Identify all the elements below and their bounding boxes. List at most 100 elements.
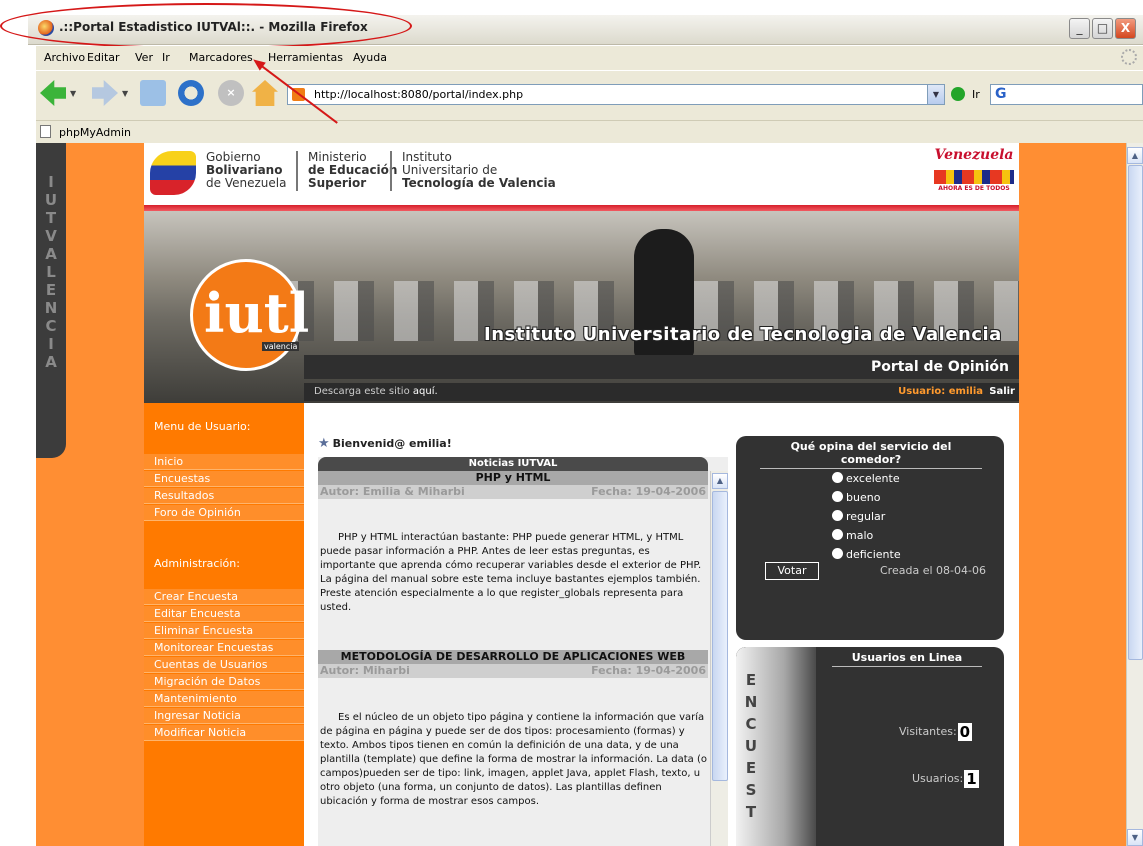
article-author: Autor: Emilia & Miharbi bbox=[320, 485, 465, 498]
url-history-dropdown[interactable]: ▼ bbox=[927, 85, 944, 104]
go-icon[interactable] bbox=[951, 87, 965, 101]
article-date: Fecha: 19-04-2006 bbox=[591, 664, 706, 677]
scroll-thumb[interactable] bbox=[1128, 165, 1143, 660]
minimize-button[interactable]: _ bbox=[1069, 18, 1090, 39]
menu-editar[interactable]: Editar bbox=[87, 51, 120, 64]
strip-letter: U bbox=[744, 737, 758, 755]
menu-ir[interactable]: Ir bbox=[162, 51, 170, 64]
banner: Instituto Universitario de Tecnologia de… bbox=[144, 211, 1019, 403]
download-link[interactable]: aquí. bbox=[413, 386, 438, 397]
news-panel: Noticias IUTVAL PHP y HTML Autor: Emilia… bbox=[318, 457, 728, 846]
search-engine-icon[interactable]: G bbox=[995, 86, 1007, 102]
portal-title: Portal de Opinión bbox=[870, 359, 1009, 375]
poll-option[interactable]: malo bbox=[832, 529, 873, 542]
poll-option[interactable]: regular bbox=[832, 510, 885, 523]
menu-link-mantenimiento[interactable]: Mantenimiento bbox=[144, 691, 304, 707]
gov-block-ministerio: Ministerio de Educación Superior bbox=[308, 151, 397, 190]
radio-button[interactable] bbox=[832, 491, 843, 502]
close-button[interactable]: X bbox=[1115, 18, 1136, 39]
url-text[interactable]: http://localhost:8080/portal/index.php bbox=[314, 88, 523, 101]
figures-icon bbox=[934, 170, 1014, 184]
menu-marcadores[interactable]: Marcadores bbox=[189, 51, 253, 64]
article-title: METODOLOGÍA DE DESARROLLO DE APLICACIONE… bbox=[318, 650, 708, 664]
chevron-down-icon[interactable]: ▼ bbox=[122, 89, 128, 98]
menu-link-modificar-noticia[interactable]: Modificar Noticia bbox=[144, 725, 304, 741]
scroll-thumb[interactable] bbox=[712, 491, 728, 781]
brand-name: Venezuela bbox=[934, 147, 1014, 163]
menu-ayuda[interactable]: Ayuda bbox=[353, 51, 387, 64]
article-meta: Autor: Emilia & Miharbi Fecha: 19-04-200… bbox=[318, 485, 708, 499]
bookmark-phpmyadmin[interactable]: phpMyAdmin bbox=[59, 126, 131, 139]
menu-herramientas[interactable]: Herramientas bbox=[268, 51, 343, 64]
menu-archivo[interactable]: Archivo bbox=[44, 51, 85, 64]
menu-link-editar-encuesta[interactable]: Editar Encuesta bbox=[144, 606, 304, 622]
sidetab-letter: I bbox=[48, 335, 54, 353]
scroll-up-icon[interactable]: ▲ bbox=[1127, 147, 1143, 164]
gov-line: Tecnología de Valencia bbox=[402, 176, 556, 190]
stop-icon[interactable]: × bbox=[218, 80, 244, 106]
article-meta: Autor: Miharbi Fecha: 19-04-2006 bbox=[318, 664, 708, 678]
gov-line: de Venezuela bbox=[206, 176, 287, 190]
search-input[interactable]: G bbox=[990, 84, 1143, 105]
url-bar[interactable]: http://localhost:8080/portal/index.php ▼ bbox=[287, 84, 945, 105]
menu-link-encuestas[interactable]: Encuestas bbox=[144, 471, 304, 487]
poll-option[interactable]: deficiente bbox=[832, 548, 901, 561]
portal-title-bar: Portal de Opinión bbox=[304, 355, 1019, 379]
sidetab-letter: U bbox=[44, 191, 58, 209]
radio-button[interactable] bbox=[832, 529, 843, 540]
reload-icon[interactable] bbox=[178, 80, 204, 106]
gov-line: Superior bbox=[308, 176, 367, 190]
poll-option-label: bueno bbox=[846, 491, 881, 504]
sidetab-letter: I bbox=[48, 173, 54, 191]
online-users-panel: ENCUEST Usuarios en Linea Visitantes: 0 U… bbox=[736, 647, 1004, 846]
strip-letter: C bbox=[745, 715, 757, 733]
radio-button[interactable] bbox=[832, 510, 843, 521]
brand-tag: AHORA ES DE TODOS bbox=[938, 185, 1010, 192]
vote-button[interactable]: Votar bbox=[765, 562, 819, 580]
poll-option[interactable]: excelente bbox=[832, 472, 900, 485]
visitors-count: 0 bbox=[957, 723, 973, 741]
new-tab-icon[interactable] bbox=[140, 80, 166, 106]
download-text: Descarga este sitio aquí. bbox=[314, 386, 438, 397]
article-body: Es el núcleo de un objeto tipo página y … bbox=[320, 712, 708, 807]
page-icon bbox=[40, 125, 51, 138]
venezuela-flag-icon bbox=[150, 151, 196, 195]
menu-link-resultados[interactable]: Resultados bbox=[144, 488, 304, 504]
maximize-button[interactable]: □ bbox=[1092, 18, 1113, 39]
menu-link-monitorear[interactable]: Monitorear Encuestas bbox=[144, 640, 304, 656]
scroll-up-icon[interactable]: ▲ bbox=[712, 473, 728, 489]
scroll-down-icon[interactable]: ▼ bbox=[1127, 829, 1143, 846]
welcome-message: ★ Bienvenid@ emilia! bbox=[318, 436, 452, 451]
poll-option[interactable]: bueno bbox=[832, 491, 880, 504]
annotation-oval bbox=[0, 3, 412, 49]
poll-question: Qué opina del servicio del comedor? bbox=[760, 440, 982, 469]
sidetab-letter: C bbox=[45, 317, 57, 335]
strip-letter: S bbox=[745, 781, 757, 799]
logout-link[interactable]: Salir bbox=[989, 386, 1015, 397]
left-menu: Menu de Usuario: Inicio Encuestas Result… bbox=[144, 403, 304, 846]
strip-letter: E bbox=[745, 671, 757, 689]
poll-option-label: excelente bbox=[846, 472, 900, 485]
menu-link-cuentas[interactable]: Cuentas de Usuarios bbox=[144, 657, 304, 673]
news-scrollbar[interactable]: ▲ bbox=[710, 471, 728, 846]
user-menu-heading: Menu de Usuario: bbox=[154, 420, 251, 433]
menu-ver[interactable]: Ver bbox=[135, 51, 153, 64]
chevron-down-icon[interactable]: ▼ bbox=[70, 89, 76, 98]
poll-created-date: Creada el 08-04-06 bbox=[880, 564, 986, 577]
page-scrollbar[interactable]: ▲ ▼ bbox=[1126, 143, 1143, 846]
menu-link-foro[interactable]: Foro de Opinión bbox=[144, 505, 304, 521]
side-tab: IUTVALENCIA bbox=[36, 143, 66, 458]
menu-link-ingresar-noticia[interactable]: Ingresar Noticia bbox=[144, 708, 304, 724]
divider bbox=[390, 151, 392, 191]
menu-link-migracion[interactable]: Migración de Datos bbox=[144, 674, 304, 690]
menu-link-inicio[interactable]: Inicio bbox=[144, 454, 304, 470]
user-bar: Descarga este sitio aquí. Usuario: emili… bbox=[304, 383, 1019, 401]
radio-button[interactable] bbox=[832, 548, 843, 559]
menu-link-crear-encuesta[interactable]: Crear Encuesta bbox=[144, 589, 304, 605]
go-button-label[interactable]: Ir bbox=[972, 88, 980, 101]
current-user: Usuario: emilia bbox=[898, 386, 983, 397]
article-date: Fecha: 19-04-2006 bbox=[591, 485, 706, 498]
sidetab-letter: A bbox=[45, 353, 57, 371]
radio-button[interactable] bbox=[832, 472, 843, 483]
menu-link-eliminar-encuesta[interactable]: Eliminar Encuesta bbox=[144, 623, 304, 639]
